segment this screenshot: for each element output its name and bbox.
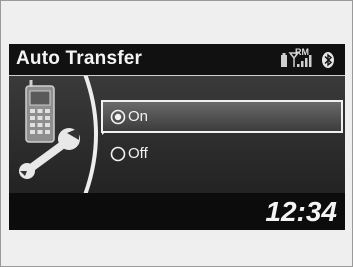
- display-screen: Auto Transfer RM On Off 12:34: [9, 44, 345, 230]
- option-list: On Off: [101, 76, 345, 193]
- settings-icon-panel: [9, 73, 103, 196]
- content-area: On Off: [9, 73, 345, 196]
- option-off[interactable]: Off: [101, 138, 343, 171]
- bottom-bar: 12:34: [9, 193, 345, 230]
- battery-icon: [281, 53, 287, 67]
- bluetooth-icon: [322, 52, 334, 68]
- option-off-label: Off: [128, 145, 148, 162]
- page-title: Auto Transfer: [16, 48, 143, 69]
- phone-icon: [25, 80, 55, 143]
- option-on[interactable]: On: [101, 100, 343, 133]
- status-icons: RM: [279, 47, 339, 69]
- option-on-label: On: [128, 108, 149, 125]
- clock: 12:34: [265, 196, 337, 227]
- title-bar: Auto Transfer RM: [9, 44, 345, 76]
- roaming-label: RM: [295, 47, 309, 57]
- radio-unselected-icon: [110, 146, 126, 162]
- phone-settings-graphic: [19, 73, 98, 196]
- status-icons-graphic: [281, 52, 334, 68]
- curve-divider: [83, 73, 98, 196]
- radio-selected-icon: [110, 109, 126, 125]
